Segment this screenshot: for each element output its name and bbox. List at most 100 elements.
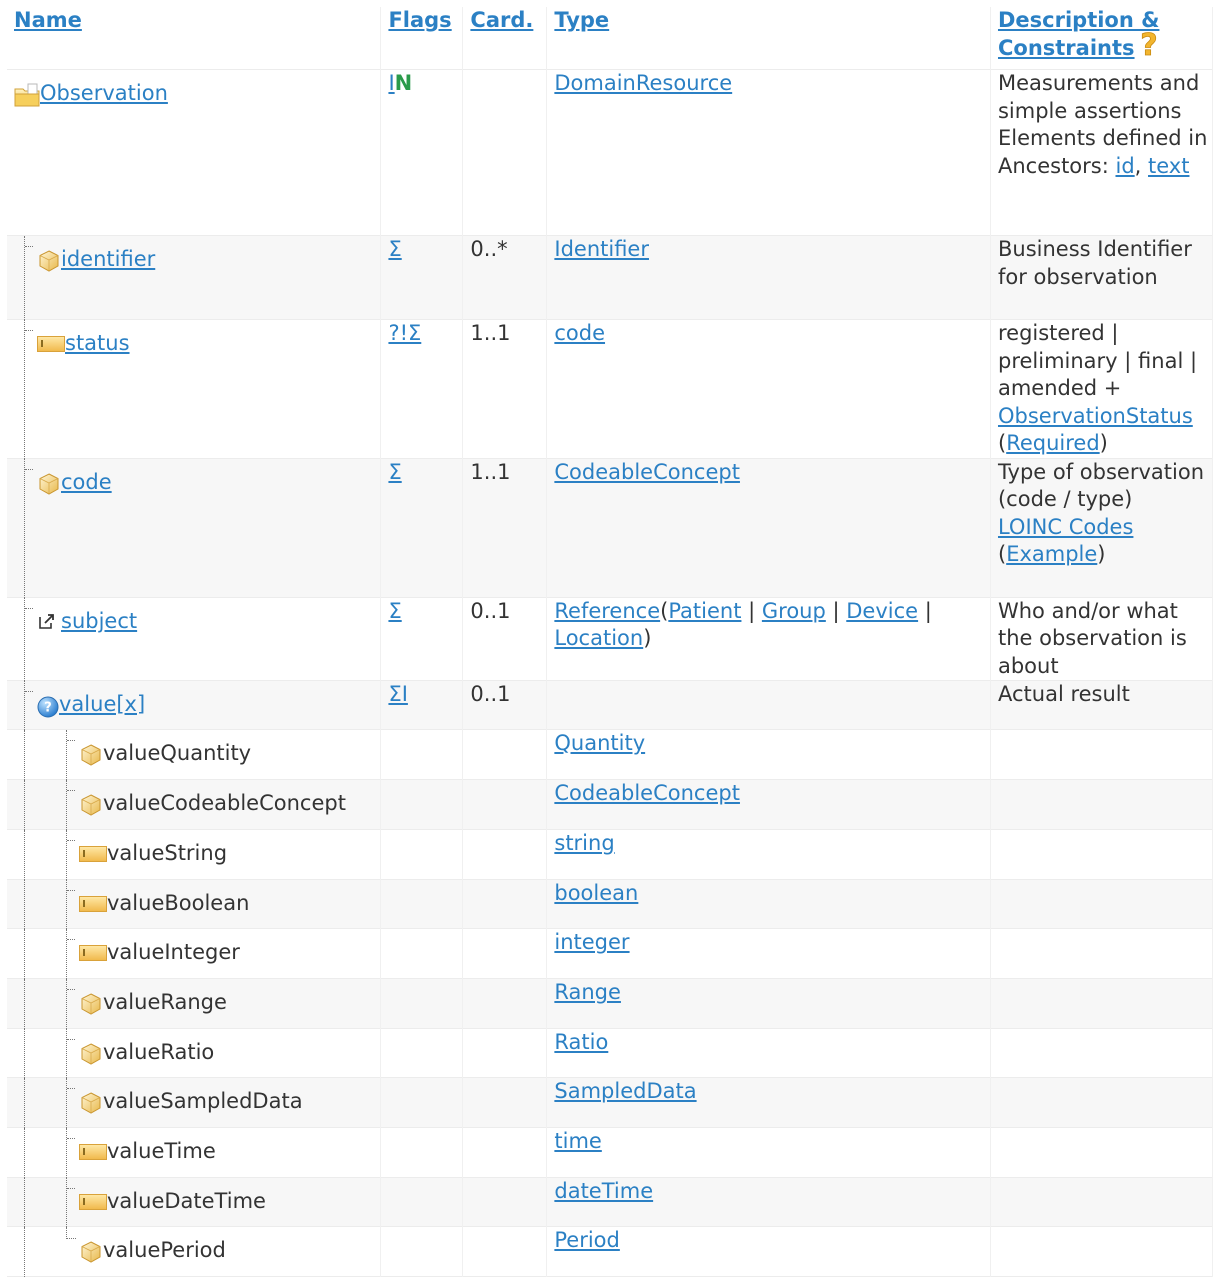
card-cell: 1..1 bbox=[462, 458, 548, 597]
table-row: valueCodeableConcept CodeableConcept bbox=[7, 779, 1213, 830]
cube-icon bbox=[37, 249, 61, 273]
type-link[interactable]: Range bbox=[554, 980, 621, 1004]
valueset-link[interactable]: LOINC Codes bbox=[998, 515, 1133, 539]
tree-branch bbox=[67, 1088, 75, 1090]
table-row: status ?!Σ 1..1 code registered | preliminar… bbox=[7, 319, 1213, 459]
reference-icon bbox=[37, 611, 57, 631]
type-link[interactable]: Quantity bbox=[554, 731, 645, 755]
reference-target-link[interactable]: Device bbox=[846, 599, 918, 623]
tree-line bbox=[24, 1029, 26, 1078]
flag-link[interactable]: ΣI bbox=[388, 682, 407, 706]
card-cell: 0..1 bbox=[462, 680, 548, 730]
element-name[interactable]: identifier bbox=[61, 246, 155, 273]
binding-strength-link[interactable]: Required bbox=[1006, 431, 1099, 455]
element-name[interactable]: status bbox=[65, 330, 130, 357]
table-row: valueQuantity Quantity bbox=[7, 729, 1213, 780]
description-cell bbox=[990, 729, 1213, 780]
element-name[interactable]: code bbox=[61, 469, 112, 496]
type-link[interactable]: Reference bbox=[554, 599, 660, 623]
type-link[interactable]: Period bbox=[554, 1228, 619, 1252]
card-cell bbox=[462, 1077, 548, 1128]
header-card-link[interactable]: Card. bbox=[470, 8, 533, 32]
name-cell: subject bbox=[7, 597, 382, 681]
reference-target-link[interactable]: Patient bbox=[668, 599, 741, 623]
type-cell: string bbox=[546, 829, 991, 880]
ancestor-link-id[interactable]: id bbox=[1115, 154, 1134, 178]
flag-link[interactable]: Σ bbox=[388, 460, 401, 484]
type-cell: time bbox=[546, 1127, 991, 1178]
type-link[interactable]: code bbox=[554, 321, 605, 345]
help-icon[interactable]: ? bbox=[1137, 29, 1161, 59]
tree-line bbox=[66, 730, 68, 780]
tree-branch bbox=[25, 468, 33, 471]
type-link[interactable]: DomainResource bbox=[554, 71, 732, 95]
type-link[interactable]: time bbox=[554, 1129, 601, 1153]
element-name: valueRatio bbox=[103, 1040, 215, 1064]
tree-line bbox=[66, 780, 68, 830]
ancestor-link-text[interactable]: text bbox=[1148, 154, 1189, 178]
valueset-link[interactable]: ObservationStatus bbox=[998, 404, 1193, 428]
card-cell bbox=[462, 978, 548, 1029]
tree-branch bbox=[67, 1039, 75, 1041]
card-cell: 0..1 bbox=[462, 597, 548, 681]
header-name-link[interactable]: Name bbox=[14, 8, 82, 32]
type-separator: | bbox=[825, 598, 847, 623]
binding-strength-link[interactable]: Example bbox=[1006, 542, 1097, 566]
reference-target-link[interactable]: Group bbox=[762, 599, 826, 623]
element-name: valueRange bbox=[103, 990, 227, 1014]
header-flags: Flags bbox=[380, 7, 464, 70]
flags-cell bbox=[380, 1127, 464, 1178]
element-name[interactable]: subject bbox=[61, 608, 137, 635]
card-cell bbox=[462, 1226, 548, 1277]
type-link[interactable]: CodeableConcept bbox=[554, 781, 740, 805]
tree-line bbox=[24, 979, 26, 1029]
name-cell: valueRange bbox=[7, 978, 382, 1029]
card-cell bbox=[462, 779, 548, 830]
description-text: Type of observation (code / type) bbox=[997, 459, 1205, 512]
description-cell: Measurements and simple assertions Elemen… bbox=[990, 69, 1213, 236]
type-link[interactable]: CodeableConcept bbox=[554, 460, 740, 484]
tree-line bbox=[66, 929, 68, 979]
tree-line bbox=[66, 979, 68, 1029]
binding: LOINC Codes (Example) bbox=[998, 514, 1212, 569]
type-link[interactable]: string bbox=[554, 831, 614, 855]
flag-link[interactable]: ?!Σ bbox=[388, 321, 421, 345]
table-row: valueString string bbox=[7, 829, 1213, 880]
tree-line bbox=[24, 597, 26, 681]
description-cell bbox=[990, 1177, 1213, 1227]
element-name: valueString bbox=[107, 841, 228, 865]
tree-branch bbox=[67, 1188, 75, 1190]
description-text: registered | preliminary | final | amend… bbox=[997, 321, 1198, 400]
reference-target-link[interactable]: Location bbox=[554, 626, 643, 650]
type-link[interactable]: boolean bbox=[554, 881, 638, 905]
header-desc-line1: Description & bbox=[997, 8, 1160, 32]
type-link[interactable]: Ratio bbox=[554, 1030, 608, 1054]
flags-cell bbox=[380, 879, 464, 929]
element-name[interactable]: value[x] bbox=[59, 691, 145, 718]
type-separator: | bbox=[741, 598, 762, 623]
type-link[interactable]: integer bbox=[554, 930, 629, 954]
type-link[interactable]: SampledData bbox=[554, 1079, 696, 1103]
primitive-icon bbox=[79, 1144, 107, 1160]
flag-normative[interactable]: N bbox=[395, 71, 413, 95]
table-row: valueRange Range bbox=[7, 978, 1213, 1029]
name-cell: valueSampledData bbox=[7, 1077, 382, 1128]
header-type-link[interactable]: Type bbox=[554, 8, 609, 32]
structure-table: Name Flags Card. Type Description & Const… bbox=[7, 7, 1213, 1277]
element-name[interactable]: Observation bbox=[40, 80, 168, 107]
element-name: valueDateTime bbox=[107, 1189, 266, 1213]
header-flags-link[interactable]: Flags bbox=[388, 8, 451, 32]
flag-link[interactable]: Σ bbox=[388, 237, 401, 261]
flag-link[interactable]: Σ bbox=[388, 599, 401, 623]
description-cell bbox=[990, 1127, 1213, 1178]
header-description-link[interactable]: Description & Constraints bbox=[998, 8, 1159, 60]
card-cell bbox=[462, 879, 548, 929]
type-link[interactable]: dateTime bbox=[554, 1179, 653, 1203]
ancestor-separator: , bbox=[1134, 153, 1149, 178]
tree-branch bbox=[67, 1138, 75, 1140]
type-cell: Reference(Patient | Group | Device | Loc… bbox=[546, 597, 991, 681]
tree-line bbox=[24, 730, 26, 780]
card-cell bbox=[462, 69, 548, 236]
type-link[interactable]: Identifier bbox=[554, 237, 649, 261]
type-paren-close: ) bbox=[643, 626, 652, 650]
